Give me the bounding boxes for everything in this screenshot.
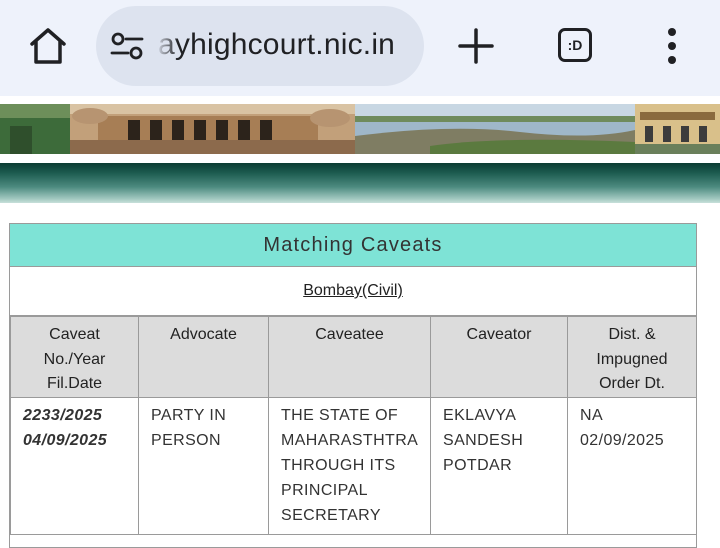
plus-icon xyxy=(458,28,494,64)
address-bar[interactable]: ayhighcourt.nic.in xyxy=(96,6,424,86)
header-dist-impugned-order: Dist. & Impugned Order Dt. xyxy=(567,316,697,398)
panel-title: Matching Caveats xyxy=(10,224,696,267)
cell-caveatee: THE STATE OF MAHARASTHTRA THROUGH ITS PR… xyxy=(268,396,431,535)
header-caveator: Caveator xyxy=(430,316,568,398)
more-vert-icon xyxy=(668,28,676,64)
cell-advocate: PARTY IN PERSON xyxy=(138,396,269,535)
more-menu-button[interactable] xyxy=(660,26,684,66)
browser-toolbar: ayhighcourt.nic.in :D xyxy=(0,0,720,96)
table-header-row: Caveat No./Year Fil.Date Advocate Caveat… xyxy=(10,316,697,398)
header-caveat-no: Caveat No./Year Fil.Date xyxy=(10,316,139,398)
header-gradient-band xyxy=(0,163,720,203)
cell-caveator: EKLAVYA SANDESH POTDAR xyxy=(430,396,568,535)
tab-switcher-button[interactable]: :D xyxy=(558,28,592,62)
bench-link[interactable]: Bombay(Civil) xyxy=(303,282,403,300)
header-advocate: Advocate xyxy=(138,316,269,398)
url-fade xyxy=(156,6,178,86)
caveats-panel: Matching Caveats Bombay(Civil) Caveat No… xyxy=(9,223,697,548)
cell-dist-order-date: NA 02/09/2025 xyxy=(567,396,697,535)
header-caveatee: Caveatee xyxy=(268,316,431,398)
home-button[interactable] xyxy=(26,24,70,68)
banner-photo-strip xyxy=(0,104,720,154)
site-banner xyxy=(0,96,720,158)
new-tab-button[interactable] xyxy=(456,26,496,66)
home-icon xyxy=(30,28,66,64)
table-row[interactable]: 2233/2025 04/09/2025 PARTY IN PERSON THE… xyxy=(10,396,697,535)
bench-row: Bombay(Civil) xyxy=(10,267,696,316)
tab-switcher-icon: :D xyxy=(567,37,583,53)
cell-caveat-no[interactable]: 2233/2025 04/09/2025 xyxy=(10,396,139,535)
url-text[interactable]: ayhighcourt.nic.in xyxy=(158,28,395,62)
tune-icon[interactable] xyxy=(110,32,144,60)
caveats-table: Caveat No./Year Fil.Date Advocate Caveat… xyxy=(10,316,697,535)
